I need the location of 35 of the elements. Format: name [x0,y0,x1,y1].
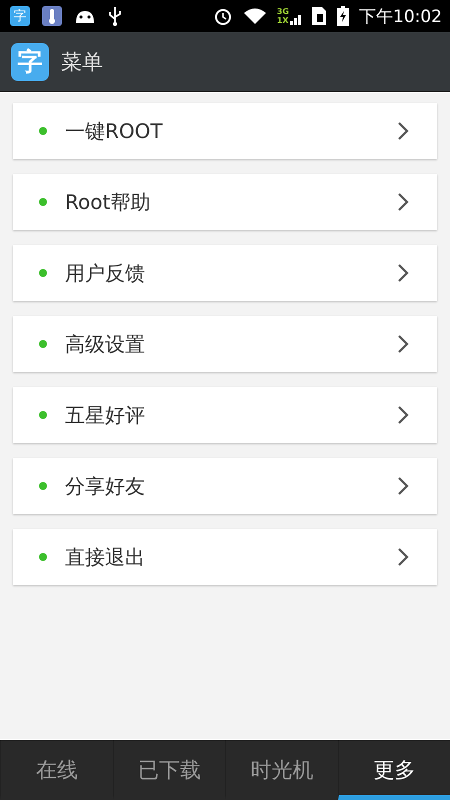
chevron-right-icon [397,334,409,354]
screen-title: 菜单 [61,48,103,76]
chevron-right-icon [397,547,409,567]
bullet-dot [39,553,47,561]
menu-item[interactable]: 用户反馈 [13,245,437,301]
thermometer-icon [42,6,62,26]
menu-item[interactable]: 高级设置 [13,316,437,372]
menu-item[interactable]: Root帮助 [13,174,437,230]
wifi-icon [242,7,267,25]
sim-card-icon [311,6,327,26]
bullet-dot [39,482,47,490]
chevron-right-icon [397,405,409,425]
tab[interactable]: 更多 [338,740,450,800]
tab[interactable]: 时光机 [225,740,338,800]
chevron-right-icon [397,192,409,212]
tab[interactable]: 在线 [0,740,112,800]
bullet-dot [39,411,47,419]
chevron-right-icon [397,476,409,496]
menu-item[interactable]: 五星好评 [13,387,437,443]
tab[interactable]: 已下载 [112,740,225,800]
battery-icon [337,6,349,26]
menu-item[interactable]: 分享好友 [13,458,437,514]
chevron-right-icon [397,121,409,141]
android-icon [74,8,96,24]
usb-icon [108,6,122,26]
bullet-dot [39,198,47,206]
clock-time: 下午10:02 [359,6,442,28]
bullet-dot [39,269,47,277]
alarm-icon [212,6,233,26]
menu-item[interactable]: 一键ROOT [13,103,437,159]
chevron-right-icon [397,263,409,283]
bullet-dot [39,340,47,348]
menu-item[interactable]: 直接退出 [13,529,437,585]
bullet-dot [39,127,47,135]
app-notification-icon: 字 [10,6,30,26]
